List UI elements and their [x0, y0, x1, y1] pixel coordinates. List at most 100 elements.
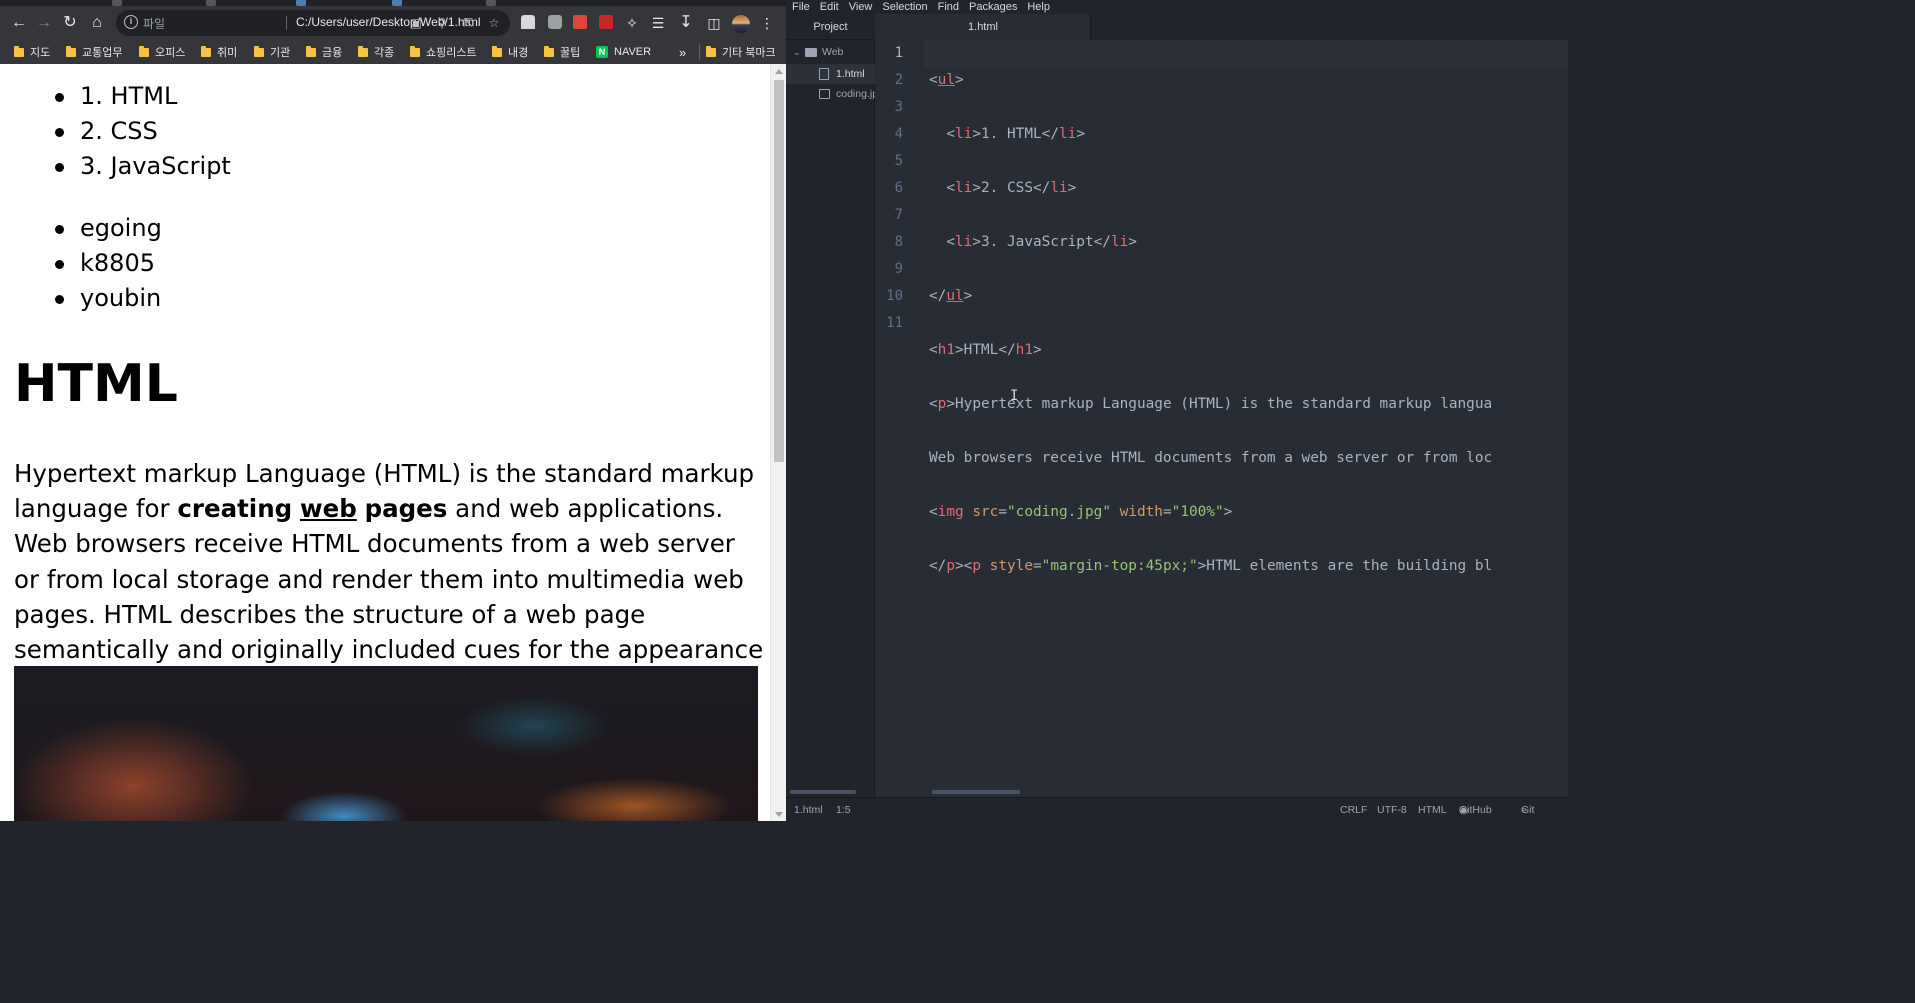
tree-folder-web[interactable]: ⌄ Web — [786, 42, 875, 62]
list-item: 1. HTML — [55, 79, 231, 114]
info-icon[interactable]: i — [124, 15, 138, 29]
bookmark-folder[interactable]: 금융 — [306, 44, 342, 60]
code-line: <ul> — [929, 72, 964, 88]
scrollbar-thumb[interactable] — [774, 80, 784, 462]
bookmark-folder[interactable]: 오피스 — [139, 44, 185, 60]
line-number: 8 — [894, 234, 903, 250]
menu-file[interactable]: File — [792, 0, 810, 14]
editor-hscroll-thumb[interactable] — [932, 790, 1020, 794]
reload-icon[interactable]: ↻ — [59, 12, 81, 34]
menu-packages[interactable]: Packages — [969, 0, 1017, 14]
code-line: </p><p style="margin-top:45px;">HTML ele… — [929, 558, 1493, 574]
bookmark-folder[interactable]: 내경 — [492, 44, 528, 60]
back-icon[interactable]: ← — [8, 12, 30, 34]
share-icon[interactable]: ⇱ — [460, 15, 476, 31]
code-line: </ul> — [929, 288, 973, 304]
forward-icon[interactable]: → — [33, 12, 55, 34]
bookmarks-overflow[interactable]: » — [679, 44, 686, 60]
home-icon[interactable]: ⌂ — [86, 12, 108, 34]
coding-image — [14, 666, 758, 821]
scroll-up-icon[interactable] — [775, 69, 783, 74]
list-item: 3. JavaScript — [55, 149, 231, 184]
bookmark-folder[interactable]: 교통업무 — [66, 44, 122, 60]
bookmark-folder[interactable]: 취미 — [201, 44, 237, 60]
bookmark-folder[interactable]: 기관 — [254, 44, 290, 60]
status-bar: 1.html 1:5 CRLF UTF-8 HTML ◉ GitHub ∘ Gi… — [786, 797, 1568, 821]
tree-file-coding[interactable]: coding.jpg — [786, 84, 875, 104]
address-url[interactable]: C:/Users/user/Desktop/Web/1.html — [296, 15, 481, 29]
extension-icon[interactable] — [521, 15, 535, 29]
puzzle-icon[interactable]: ✧ — [621, 12, 643, 34]
bookmarks-bar: 지도 교통업무 오피스 취미 기관 금융 각종 쇼핑리스트 내경 꿀팁 N NAV… — [0, 40, 786, 64]
code-line: <li>3. JavaScript</li> — [946, 234, 1137, 250]
code-line: <li>1. HTML</li> — [946, 126, 1085, 142]
menu-icon[interactable]: ⋮ — [756, 12, 778, 34]
bookmark-naver[interactable]: N NAVER — [596, 44, 651, 60]
browser-toolbar: ← → ↻ ⌂ i 파일 C:/Users/user/Desktop/Web/1… — [0, 6, 786, 40]
status-encoding[interactable]: UTF-8 — [1377, 798, 1407, 821]
list-people: egoing k8805 youbin — [55, 211, 162, 316]
status-line-ending[interactable]: CRLF — [1340, 798, 1367, 821]
code-line: Web browsers receive HTML documents from… — [929, 450, 1493, 466]
zoom-icon[interactable]: ⚲ — [434, 15, 450, 31]
text-cursor-icon: I — [1010, 388, 1019, 404]
download-icon[interactable]: ↧ — [675, 12, 697, 34]
menu-selection[interactable]: Selection — [882, 0, 927, 14]
folder-icon — [254, 45, 264, 57]
tree-file-1html[interactable]: 1.html — [786, 64, 875, 84]
project-tab[interactable]: Project — [786, 14, 875, 40]
bookmark-star-icon[interactable]: ☆ — [486, 15, 502, 31]
list-item: k8805 — [55, 246, 162, 281]
folder-icon — [805, 48, 817, 57]
line-number: 1 — [894, 45, 903, 61]
extension-icon[interactable] — [599, 15, 613, 29]
code-line: <h1>HTML</h1> — [929, 342, 1042, 358]
page-scrollbar[interactable] — [770, 64, 786, 821]
bookmark-folder[interactable]: 지도 — [14, 44, 50, 60]
folder-icon — [201, 45, 211, 57]
media-icon[interactable]: ☰ — [647, 12, 669, 34]
browser-chrome: ← → ↻ ⌂ i 파일 C:/Users/user/Desktop/Web/1… — [0, 0, 786, 64]
bookmark-folder[interactable]: 꿀팁 — [544, 44, 580, 60]
menu-edit[interactable]: Edit — [820, 0, 839, 14]
side-panel-icon[interactable]: ◫ — [703, 12, 725, 34]
line-number: 9 — [894, 261, 903, 277]
camera-extension-icon[interactable] — [548, 15, 562, 29]
page-content: 1. HTML 2. CSS 3. JavaScript egoing k880… — [0, 64, 770, 821]
avatar[interactable] — [732, 15, 750, 33]
bookmark-folder[interactable]: 쇼핑리스트 — [410, 44, 477, 60]
tree-hscroll-thumb[interactable] — [790, 790, 856, 794]
line-number: 10 — [886, 288, 903, 304]
status-grammar[interactable]: HTML — [1418, 798, 1447, 821]
address-separator — [286, 16, 287, 30]
folder-icon — [544, 45, 554, 57]
list-item: egoing — [55, 211, 162, 246]
folder-icon — [139, 45, 149, 57]
code-editor[interactable]: <ul> <li>1. HTML</li> <li>2. CSS</li> <l… — [929, 40, 1568, 797]
code-line: <li>2. CSS</li> — [946, 180, 1077, 196]
other-bookmarks[interactable]: 기타 북마크 — [699, 44, 776, 60]
line-number: 11 — [886, 315, 903, 331]
line-number: 4 — [894, 126, 903, 142]
extension-icon[interactable] — [573, 15, 587, 29]
image-file-icon — [819, 89, 830, 99]
address-bar[interactable]: i 파일 C:/Users/user/Desktop/Web/1.html ▣ … — [116, 10, 510, 36]
scroll-down-icon[interactable] — [775, 812, 783, 817]
menu-view[interactable]: View — [849, 0, 873, 14]
tab-1html[interactable]: 1.html — [876, 14, 1091, 40]
status-file[interactable]: 1.html — [794, 798, 823, 821]
menu-bar: File Edit View Selection Find Packages H… — [786, 0, 1568, 14]
file-icon — [819, 68, 829, 80]
address-scheme: 파일 — [143, 17, 166, 31]
folder-icon — [706, 45, 716, 57]
editor-window: File Edit View Selection Find Packages H… — [786, 0, 1568, 821]
page-heading: HTML — [14, 354, 178, 414]
folder-icon — [492, 45, 502, 57]
translate-icon[interactable]: ▣ — [408, 15, 424, 31]
menu-help[interactable]: Help — [1027, 0, 1050, 14]
bookmark-folder[interactable]: 각종 — [358, 44, 394, 60]
status-cursor-position[interactable]: 1:5 — [836, 798, 851, 821]
editor-tab-bar: 1.html — [876, 14, 1568, 40]
folder-icon — [410, 45, 420, 57]
menu-find[interactable]: Find — [938, 0, 959, 14]
